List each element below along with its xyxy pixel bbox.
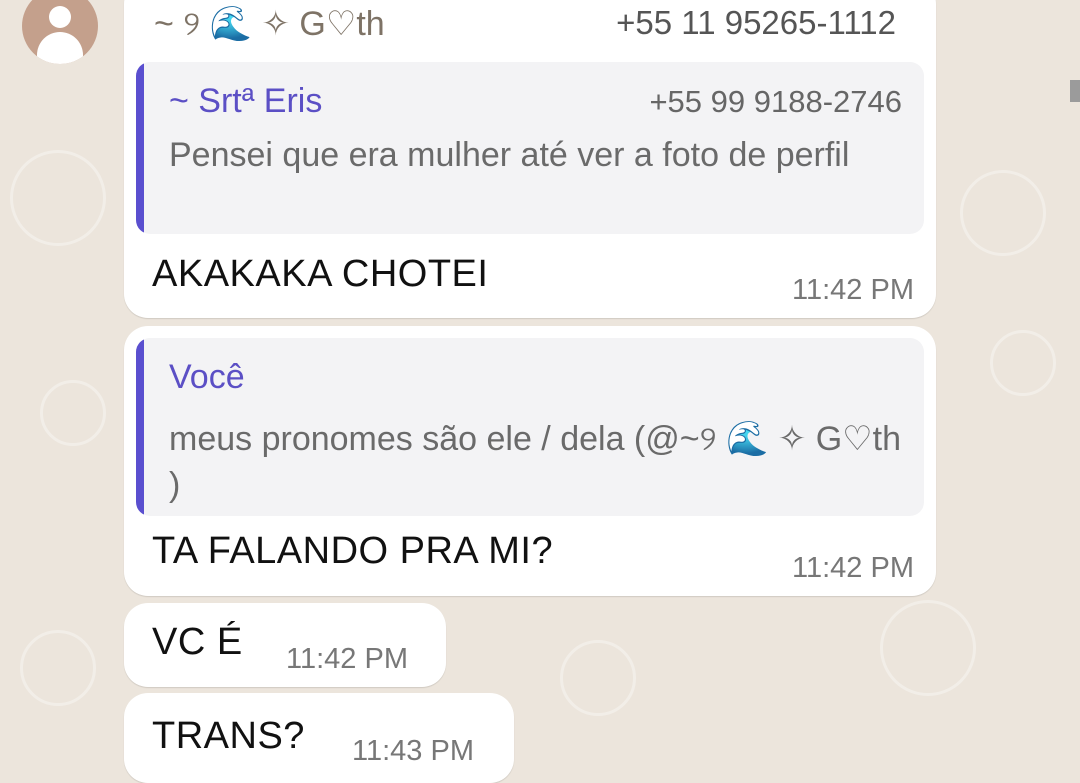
- scrollbar-handle[interactable]: [1070, 80, 1080, 102]
- quote-sender-name: Você: [169, 358, 245, 396]
- quoted-message[interactable]: ~ Srtª Eris +55 99 9188-2746 Pensei que …: [136, 62, 924, 234]
- message-text: VC É: [152, 621, 243, 663]
- sender-row: ~ ୨ 🌊 ✧ G♡th +55 11 95265-1112: [154, 4, 896, 44]
- avatar-head: [49, 6, 71, 28]
- message-text: TA FALANDO PRA MI?: [152, 530, 554, 572]
- quote-sender-phone: +55 99 9188-2746: [649, 84, 902, 119]
- message-text: AKAKAKA CHOTEI: [152, 253, 489, 295]
- quoted-message[interactable]: Você meus pronomes são ele / dela (@~୨ 🌊…: [136, 338, 924, 516]
- quote-bar: [136, 62, 144, 234]
- message-text: TRANS?: [152, 715, 305, 757]
- avatar-body: [37, 32, 83, 64]
- message-bubble[interactable]: Você meus pronomes são ele / dela (@~୨ 🌊…: [124, 326, 936, 596]
- message-bubble[interactable]: ~ ୨ 🌊 ✧ G♡th +55 11 95265-1112 ~ Srtª Er…: [124, 0, 936, 318]
- sender-name[interactable]: ~ ୨ 🌊 ✧ G♡th: [154, 4, 385, 44]
- message-time: 11:43 PM: [352, 735, 474, 767]
- message-time: 11:42 PM: [792, 274, 914, 306]
- quote-text: meus pronomes são ele / dela (@~୨ 🌊 ✧ G♡…: [169, 420, 901, 504]
- message-bubble[interactable]: VC É 11:42 PM: [124, 603, 446, 687]
- message-bubble[interactable]: TRANS? 11:43 PM: [124, 693, 514, 783]
- quote-text: Pensei que era mulher até ver a foto de …: [169, 136, 850, 174]
- quote-bar: [136, 338, 144, 516]
- message-time: 11:42 PM: [286, 643, 408, 675]
- message-time: 11:42 PM: [792, 552, 914, 584]
- quote-sender-name: ~ Srtª Eris: [169, 82, 323, 120]
- sender-phone[interactable]: +55 11 95265-1112: [616, 4, 896, 42]
